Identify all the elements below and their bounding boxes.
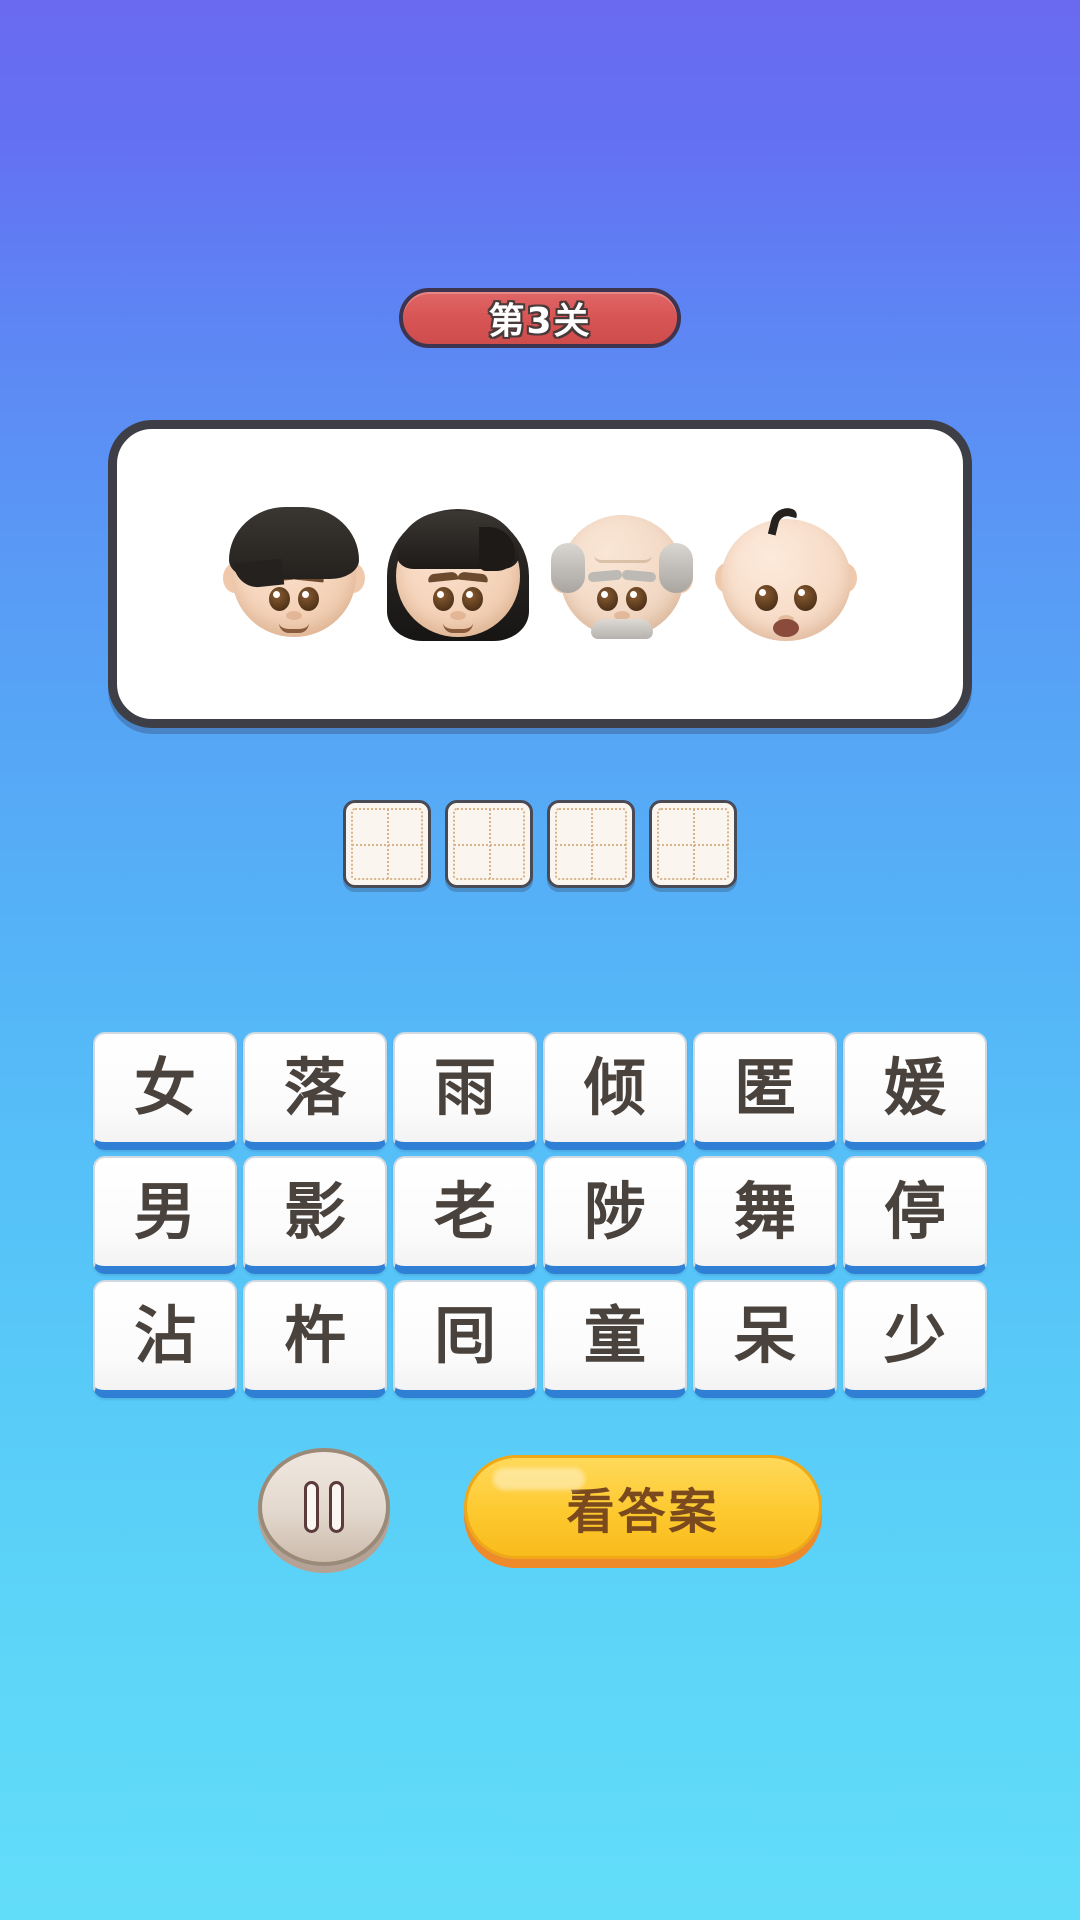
level-badge-container: 第3关 — [0, 288, 1080, 348]
hair-icon — [229, 507, 359, 579]
tile-label: 男 — [133, 1175, 196, 1248]
slot-grid-hline — [352, 844, 422, 846]
tile-label: 媛 — [883, 1051, 946, 1124]
answer-slot[interactable] — [343, 800, 431, 888]
character-tile[interactable]: 女 — [93, 1032, 237, 1150]
tile-label: 呆 — [733, 1299, 796, 1372]
tile-label: 倾 — [583, 1051, 646, 1124]
tile-label: 舞 — [733, 1175, 796, 1248]
show-answer-button[interactable]: 看答案 — [464, 1455, 822, 1559]
character-tile[interactable]: 沾 — [93, 1280, 237, 1398]
mouth — [773, 619, 799, 637]
character-tile[interactable]: 童 — [543, 1280, 687, 1398]
old-man-face-emoji — [549, 501, 695, 647]
tile-label: 少 — [883, 1299, 946, 1372]
character-tile[interactable]: 男 — [93, 1156, 237, 1274]
hair-icon — [397, 511, 519, 571]
character-tile[interactable]: 呆 — [693, 1280, 837, 1398]
mouth — [279, 623, 309, 633]
hair-side-left — [551, 543, 585, 593]
tile-row: 男 影 老 陟 舞 停 — [93, 1156, 987, 1274]
level-badge: 第3关 — [399, 288, 681, 348]
character-tile[interactable]: 陟 — [543, 1156, 687, 1274]
slot-grid-hline — [454, 844, 524, 846]
eye-right — [298, 587, 319, 611]
nose — [286, 611, 302, 620]
eye-left — [755, 585, 778, 611]
character-tile[interactable]: 匿 — [693, 1032, 837, 1150]
slot-grid-hline — [556, 844, 626, 846]
tile-label: 杵 — [283, 1299, 346, 1372]
character-tile[interactable]: 少 — [843, 1280, 987, 1398]
tile-row: 沾 杵 囘 童 呆 少 — [93, 1280, 987, 1398]
character-tile[interactable]: 雨 — [393, 1032, 537, 1150]
mouth — [443, 623, 473, 633]
character-tile[interactable]: 老 — [393, 1156, 537, 1274]
answer-slot[interactable] — [445, 800, 533, 888]
pause-icon-bar-right — [329, 1481, 344, 1533]
tile-label: 雨 — [433, 1051, 496, 1124]
pause-icon-bar-left — [304, 1481, 319, 1533]
tile-label: 老 — [433, 1175, 496, 1248]
pause-button[interactable] — [258, 1448, 390, 1566]
tile-label: 落 — [283, 1051, 346, 1124]
tile-label: 女 — [133, 1051, 196, 1124]
tile-label: 停 — [883, 1175, 946, 1248]
character-tile[interactable]: 媛 — [843, 1032, 987, 1150]
character-tile[interactable]: 杵 — [243, 1280, 387, 1398]
tile-label: 影 — [283, 1175, 346, 1248]
eye-left — [433, 587, 454, 611]
tile-label: 囘 — [433, 1299, 496, 1372]
bottom-button-bar: 看答案 — [0, 1448, 1080, 1566]
character-tile[interactable]: 影 — [243, 1156, 387, 1274]
character-tile[interactable]: 停 — [843, 1156, 987, 1274]
character-tile-grid: 女 落 雨 倾 匿 媛 男 影 老 陟 舞 停 沾 杵 囘 童 呆 少 — [0, 1032, 1080, 1398]
boy-face-emoji — [221, 501, 367, 647]
tile-label: 陟 — [583, 1175, 646, 1248]
baby-face-emoji — [713, 501, 859, 647]
hair-side-right — [659, 543, 693, 593]
eye-right — [794, 585, 817, 611]
puzzle-emoji-panel — [108, 420, 972, 728]
tile-label: 童 — [583, 1299, 646, 1372]
answer-slot[interactable] — [649, 800, 737, 888]
character-tile[interactable]: 倾 — [543, 1032, 687, 1150]
answer-slots-row — [0, 800, 1080, 888]
character-tile[interactable]: 落 — [243, 1032, 387, 1150]
tile-label: 匿 — [733, 1051, 796, 1124]
woman-face-emoji — [385, 501, 531, 647]
slot-grid-hline — [658, 844, 728, 846]
answer-slot[interactable] — [547, 800, 635, 888]
mustache-icon — [591, 619, 653, 639]
eyebrow-left — [427, 571, 459, 583]
character-tile[interactable]: 舞 — [693, 1156, 837, 1274]
tile-row: 女 落 雨 倾 匿 媛 — [93, 1032, 987, 1150]
show-answer-label: 看答案 — [566, 1484, 720, 1540]
eye-left — [269, 587, 290, 611]
character-tile[interactable]: 囘 — [393, 1280, 537, 1398]
level-badge-label: 第3关 — [488, 301, 592, 342]
eye-right — [462, 587, 483, 611]
eyebrow-right — [457, 571, 489, 583]
nose — [450, 611, 466, 620]
tile-label: 沾 — [133, 1299, 196, 1372]
